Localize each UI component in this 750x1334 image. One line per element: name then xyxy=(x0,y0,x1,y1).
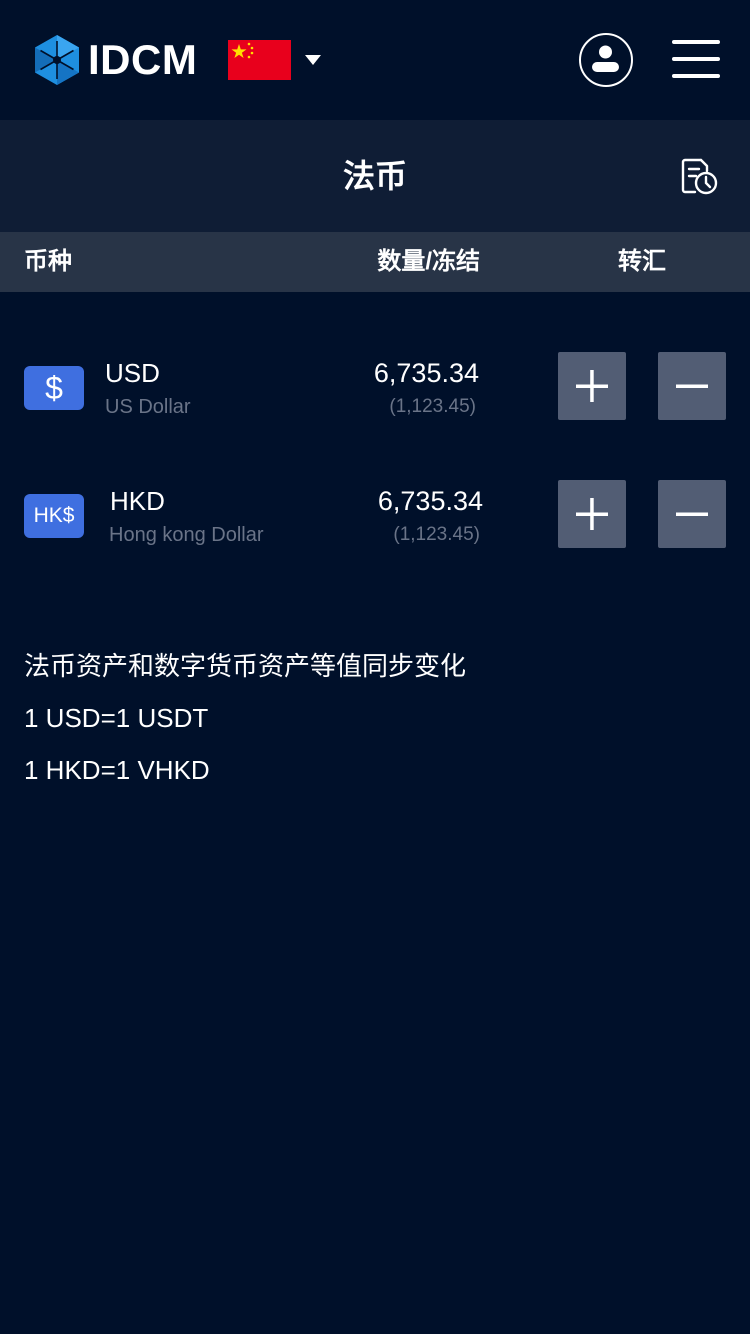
user-icon[interactable] xyxy=(579,33,633,87)
top-navigation-bar: IDCM xyxy=(0,0,750,120)
plus-icon xyxy=(576,370,608,402)
dropdown-caret-icon[interactable] xyxy=(304,54,322,66)
page-title: 法币 xyxy=(342,158,407,194)
minus-icon xyxy=(676,512,708,516)
brand-name: IDCM xyxy=(88,36,198,83)
page-title-bar: 法币 xyxy=(0,120,750,232)
deposit-button[interactable] xyxy=(558,352,626,420)
withdraw-button[interactable] xyxy=(658,480,726,548)
withdraw-button[interactable] xyxy=(658,352,726,420)
coin-name: US Dollar xyxy=(105,396,191,418)
column-header: 币种 数量/冻结 转汇 xyxy=(0,232,750,292)
note-hkd-rate: 1 HKD=1 VHKD xyxy=(24,755,210,785)
asset-amount: 6,735.34 xyxy=(373,358,479,388)
asset-row-usd: $ USD US Dollar 6,735.34 (1,123.45) xyxy=(0,340,750,440)
idcm-logo[interactable]: IDCM xyxy=(34,34,197,86)
coin-name: Hong kong Dollar xyxy=(109,524,264,546)
asset-frozen: (1,123.45) xyxy=(393,524,480,545)
exchange-notes: 法币资产和数字货币资产等值同步变化 1 USD=1 USDT 1 HKD=1 V… xyxy=(24,646,466,802)
column-quantity: 数量/冻结 xyxy=(377,248,480,275)
idcm-logo-icon xyxy=(35,35,79,85)
minus-icon xyxy=(676,384,708,388)
column-transfer: 转汇 xyxy=(618,248,666,275)
asset-amount: 6,735.34 xyxy=(377,486,483,516)
asset-frozen: (1,123.45) xyxy=(389,396,476,417)
hkd-coin-icon: HK$ xyxy=(24,494,84,538)
history-icon[interactable] xyxy=(679,156,719,196)
usd-coin-icon: $ xyxy=(24,366,84,410)
asset-row-hkd: HK$ HKD Hong kong Dollar 6,735.34 (1,123… xyxy=(0,468,750,568)
coin-code: USD xyxy=(105,358,160,388)
coin-code: HKD xyxy=(110,486,165,516)
column-currency: 币种 xyxy=(24,248,72,275)
deposit-button[interactable] xyxy=(558,480,626,548)
plus-icon xyxy=(576,498,608,530)
note-sync: 法币资产和数字货币资产等值同步变化 xyxy=(24,651,467,681)
note-usd-rate: 1 USD=1 USDT xyxy=(24,703,209,733)
china-flag-icon[interactable] xyxy=(228,40,291,80)
menu-icon[interactable] xyxy=(672,40,720,80)
